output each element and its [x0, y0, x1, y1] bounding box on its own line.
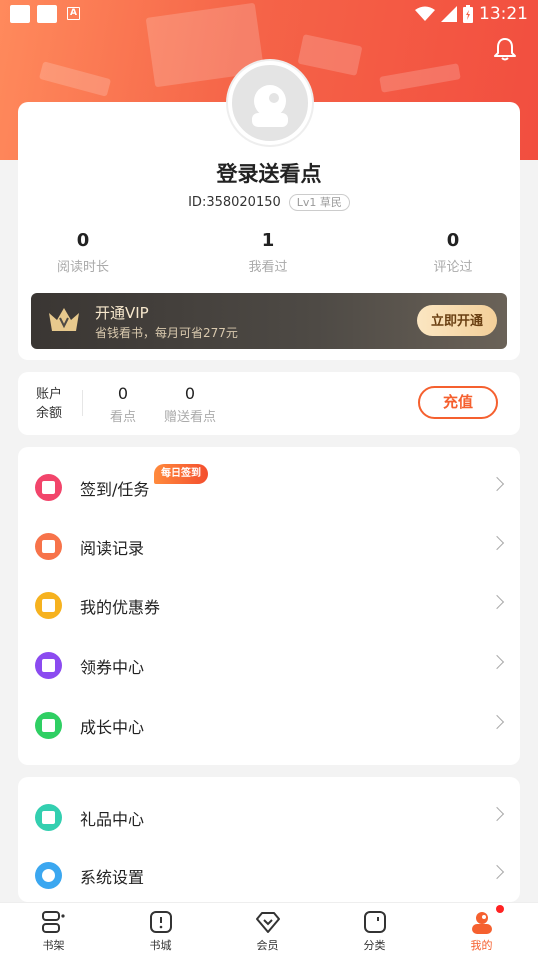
menu-item-gift-center[interactable]: 礼品中心 [18, 792, 520, 842]
stat-value: 0 [446, 230, 460, 251]
balance-value: 0 [184, 384, 196, 403]
notification-icon [37, 5, 57, 23]
menu-item-label: 成长中心 [80, 718, 145, 737]
category-icon [364, 911, 386, 933]
tab-label: 书城 [149, 939, 172, 952]
chevron-right-icon [489, 654, 505, 670]
clock: 13:21 [479, 4, 528, 24]
tab-membership[interactable]: 会员 [214, 903, 321, 956]
bottom-tab-bar: 书架 书城 会员 分类 我的 [0, 902, 538, 956]
chevron-right-icon [489, 535, 505, 551]
chevron-right-icon [489, 594, 505, 610]
default-avatar-icon [252, 85, 288, 127]
balance-label: 账户余额 [36, 387, 63, 421]
balance-item-label: 赠送看点 [163, 410, 216, 425]
menu-item-label: 签到/任务 [80, 480, 150, 499]
menu-item-label: 领券中心 [80, 658, 145, 677]
tab-label: 分类 [363, 939, 386, 952]
status-bar: A 13:21 [0, 0, 538, 28]
gift-icon [35, 804, 62, 831]
menu-item-coupons[interactable]: 我的优惠券 [18, 580, 520, 630]
vip-subtitle: 省钱看书，每月可省277元 [95, 326, 238, 340]
menu-item-coupon-center[interactable]: 领券中心 [18, 640, 520, 690]
chevron-right-icon [489, 864, 505, 880]
menu-item-checkin[interactable]: 签到/任务 每日签到 [18, 462, 520, 512]
stat-label: 评论过 [433, 260, 473, 275]
vip-title: 开通VIP [95, 304, 149, 322]
avatar[interactable] [228, 61, 312, 145]
daily-checkin-badge: 每日签到 [154, 464, 208, 484]
stat-viewed[interactable]: 1 我看过 [208, 230, 328, 275]
recharge-button[interactable]: 充值 [418, 386, 498, 419]
bookstore-icon [150, 911, 172, 933]
battery-icon [463, 5, 473, 23]
tab-label: 会员 [256, 939, 279, 952]
gear-icon [35, 862, 62, 889]
balance-card: 账户余额 0 看点 0 赠送看点 充值 [18, 372, 520, 435]
user-id: ID:358020150 [188, 195, 281, 210]
balance-gift-points[interactable]: 0 赠送看点 [160, 384, 220, 425]
profile-icon [472, 912, 492, 934]
tab-profile[interactable]: 我的 [428, 903, 535, 956]
flag-icon [35, 652, 62, 679]
stat-label: 我看过 [248, 260, 288, 275]
chevron-right-icon [489, 476, 505, 492]
balance-value: 0 [117, 384, 129, 403]
divider [82, 390, 83, 416]
chevron-right-icon [489, 806, 505, 822]
user-id-row: ID:358020150 Lv1 草民 [0, 194, 538, 211]
balance-points[interactable]: 0 看点 [108, 384, 138, 425]
stat-label: 阅读时长 [56, 260, 109, 275]
wifi-icon [415, 6, 435, 21]
menu-card-primary: 签到/任务 每日签到 阅读记录 我的优惠券 领券中心 成长中心 [18, 447, 520, 765]
star-icon [35, 712, 62, 739]
login-title[interactable]: 登录送看点 [0, 158, 538, 188]
tab-label: 我的 [470, 939, 493, 952]
menu-item-growth-center[interactable]: 成长中心 [18, 700, 520, 750]
chevron-right-icon [489, 714, 505, 730]
signal-icon [441, 6, 457, 22]
reading-stats: 0 阅读时长 1 我看过 0 评论过 [18, 230, 520, 280]
diamond-icon [256, 912, 280, 933]
open-vip-button[interactable]: 立即开通 [417, 305, 497, 336]
menu-item-label: 我的优惠券 [80, 598, 161, 617]
stat-value: 1 [261, 230, 275, 251]
bookshelf-icon [42, 911, 65, 933]
stat-commented[interactable]: 0 评论过 [393, 230, 513, 275]
stat-value: 0 [76, 230, 90, 251]
menu-item-label: 礼品中心 [80, 810, 145, 829]
bell-icon[interactable] [492, 36, 518, 62]
menu-item-reading-history[interactable]: 阅读记录 [18, 521, 520, 571]
notification-icon [10, 5, 30, 23]
app-notification-icon: A [67, 7, 80, 20]
menu-item-label: 阅读记录 [80, 539, 145, 558]
menu-item-label: 系统设置 [80, 868, 145, 887]
menu-card-secondary: 礼品中心 系统设置 [18, 777, 520, 902]
vip-banner[interactable]: 开通VIP 省钱看书，每月可省277元 立即开通 [31, 293, 507, 349]
ticket-icon [35, 592, 62, 619]
book-icon [35, 533, 62, 560]
calendar-icon [35, 474, 62, 501]
crown-icon [49, 308, 79, 331]
notification-dot [496, 905, 504, 913]
tab-category[interactable]: 分类 [321, 903, 428, 956]
level-badge: Lv1 草民 [288, 194, 350, 211]
balance-item-label: 看点 [109, 410, 136, 425]
stat-reading-time[interactable]: 0 阅读时长 [23, 230, 143, 275]
tab-label: 书架 [42, 939, 65, 952]
menu-item-settings[interactable]: 系统设置 [18, 850, 520, 900]
tab-bookshelf[interactable]: 书架 [0, 903, 107, 956]
tab-bookstore[interactable]: 书城 [107, 903, 214, 956]
